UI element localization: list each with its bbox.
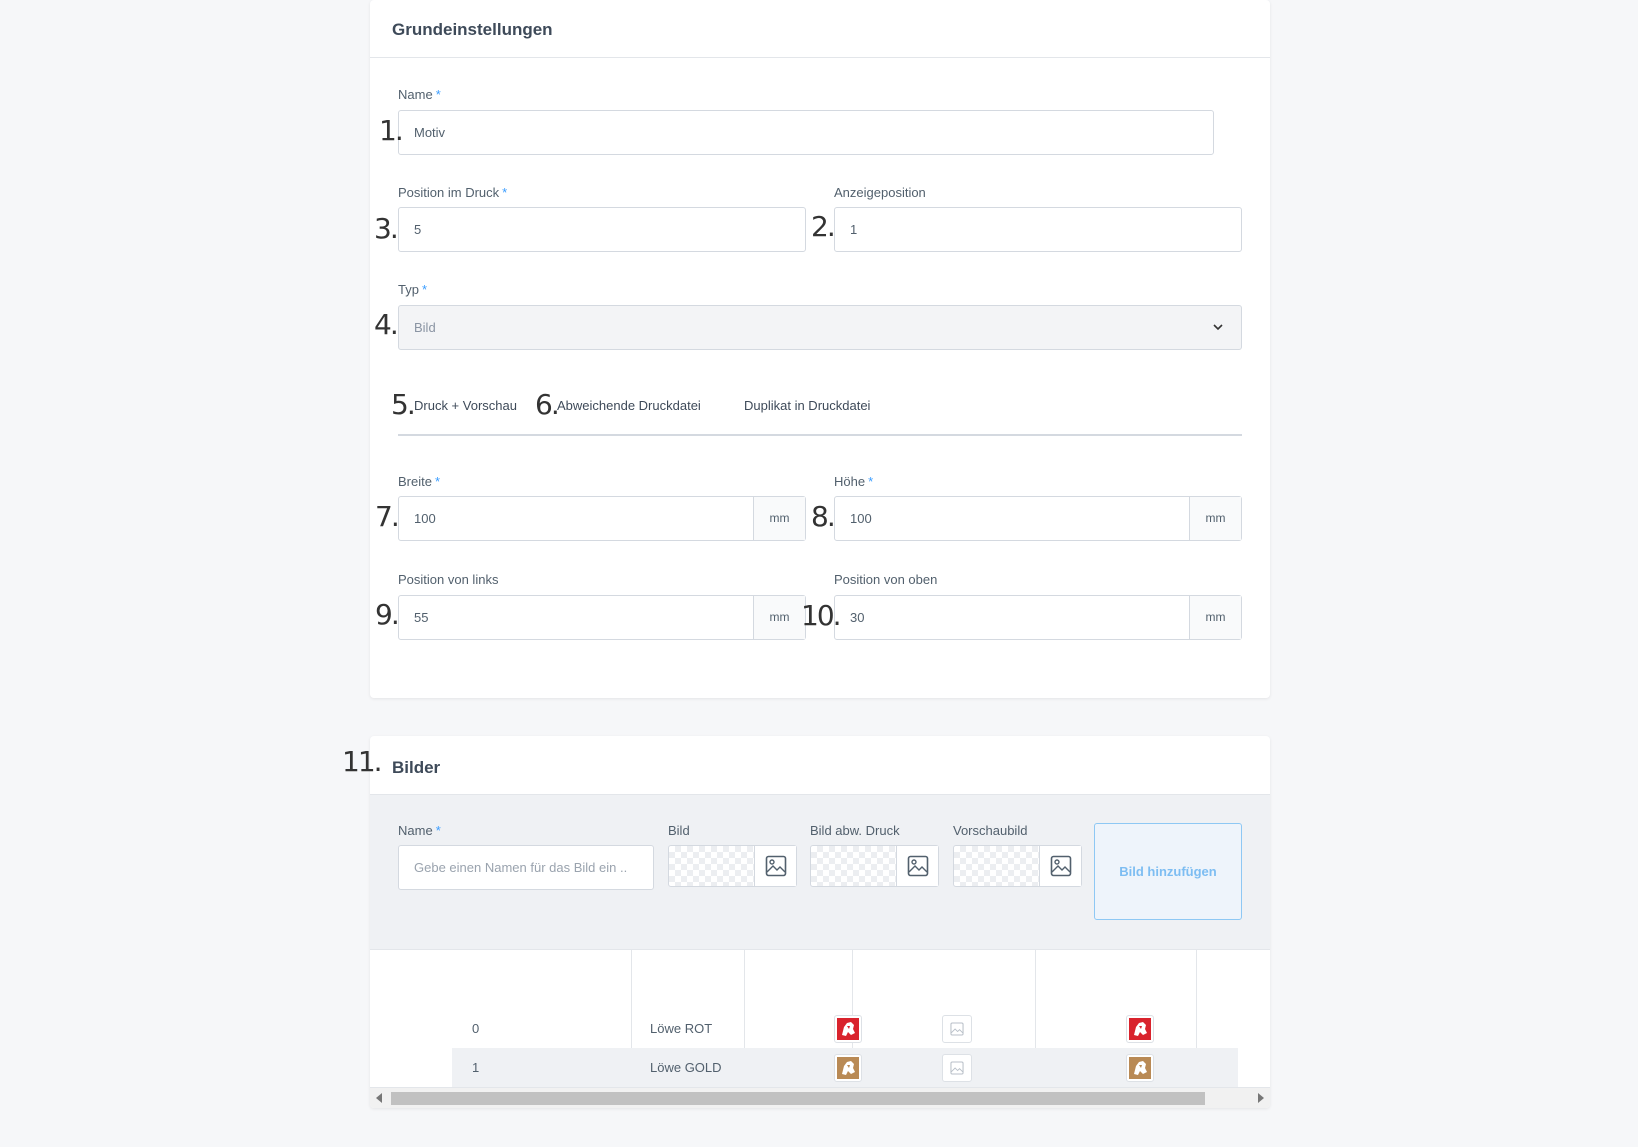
images-card: Bilder Name * Gebe einen Namen für das Bi… [370,736,1270,1108]
name-label: Name * [398,87,441,102]
annotation-5: 5. [391,388,416,421]
pos-top-unit: mm [1189,596,1241,639]
annotation-1: 1. [379,114,404,147]
image-icon [1050,855,1072,877]
image-icon [907,855,929,877]
height-label: Höhe * [834,474,874,489]
name-input[interactable]: Motiv [398,110,1214,155]
image-print-label: Bild abw. Druck [810,823,900,838]
horizontal-scrollbar[interactable] [370,1087,1270,1108]
pos-left-label: Position von links [398,572,499,587]
lion-icon[interactable] [834,1015,862,1043]
settings-title: Grundeinstellungen [392,20,553,39]
settings-card: Grundeinstellungen Name * Motiv Position … [370,0,1270,698]
image-name-label: Name * [398,823,441,838]
image-upload[interactable] [668,845,797,887]
empty-image-placeholder[interactable] [942,1054,972,1082]
lion-icon[interactable] [1126,1015,1154,1043]
width-input[interactable]: 100 mm [398,496,806,541]
pos-left-unit: mm [753,596,805,639]
height-input[interactable]: 100 mm [834,496,1242,541]
annotation-9: 9. [375,598,400,631]
lion-gold-preview [1129,1057,1151,1079]
lion-icon[interactable] [1126,1054,1154,1082]
tab-print-preview[interactable]: Druck + Vorschau [414,398,517,413]
scrollbar-thumb[interactable] [391,1092,1205,1105]
images-table: 0 Löwe ROT 1 Löwe GOLD [370,950,1270,1087]
lion-gold-image [837,1057,859,1079]
scroll-right-arrow[interactable] [1258,1093,1264,1103]
display-position-label: Anzeigeposition [834,185,926,200]
add-image-button[interactable]: Bild hinzufügen [1094,823,1242,920]
annotation-3: 3. [374,212,399,245]
position-print-label: Position im Druck * [398,185,508,200]
type-select[interactable]: Bild [398,305,1242,350]
annotation-11: 11. [342,745,383,778]
row-name: Löwe ROT [650,1021,713,1036]
height-unit: mm [1189,497,1241,540]
preview-image-label: Vorschaubild [953,823,1028,838]
images-title: Bilder [392,758,441,777]
chevron-down-icon [1213,324,1223,331]
image-label: Bild [668,823,690,838]
lion-red-image [837,1018,859,1040]
pos-top-label: Position von oben [834,572,938,587]
image-print-upload[interactable] [810,845,939,887]
image-print-upload-button[interactable] [896,846,938,886]
annotation-10: 10. [801,599,842,632]
image-icon [765,855,787,877]
table-row[interactable]: 0 Löwe ROT [452,1009,1238,1048]
image-icon [950,1022,964,1036]
annotation-7: 7. [375,500,400,533]
lion-red-preview [1129,1018,1151,1040]
images-header: Bilder [370,736,1270,794]
pos-left-input[interactable]: 55 mm [398,595,806,640]
image-icon [950,1061,964,1075]
width-label: Breite * [398,474,441,489]
tab-duplicate-printfile[interactable]: Duplikat in Druckdatei [744,398,870,413]
scroll-left-arrow[interactable] [376,1093,382,1103]
row-index: 1 [472,1060,480,1075]
tab-bar: Druck + Vorschau Abweichende Druckdatei … [398,392,1242,436]
settings-header: Grundeinstellungen [370,0,1270,58]
empty-image-placeholder[interactable] [942,1015,972,1043]
preview-image-upload-button[interactable] [1039,846,1081,886]
annotation-2: 2. [811,210,836,243]
display-position-input[interactable]: 1 [834,207,1242,252]
annotation-6: 6. [535,388,560,421]
annotation-8: 8. [811,500,836,533]
image-upload-button[interactable] [754,846,796,886]
image-name-input[interactable]: Gebe einen Namen für das Bild ein .. [398,845,654,890]
tab-different-printfile[interactable]: Abweichende Druckdatei [557,398,701,413]
annotation-4: 4. [374,308,399,341]
width-unit: mm [753,497,805,540]
row-name: Löwe GOLD [650,1060,722,1075]
table-row[interactable]: 1 Löwe GOLD [452,1048,1238,1087]
lion-icon[interactable] [834,1054,862,1082]
row-index: 0 [472,1021,480,1036]
pos-top-input[interactable]: 30 mm [834,595,1242,640]
add-image-form: Name * Gebe einen Namen für das Bild ein … [370,794,1270,950]
position-print-input[interactable]: 5 [398,207,806,252]
preview-image-upload[interactable] [953,845,1082,887]
type-label: Typ * [398,282,428,297]
